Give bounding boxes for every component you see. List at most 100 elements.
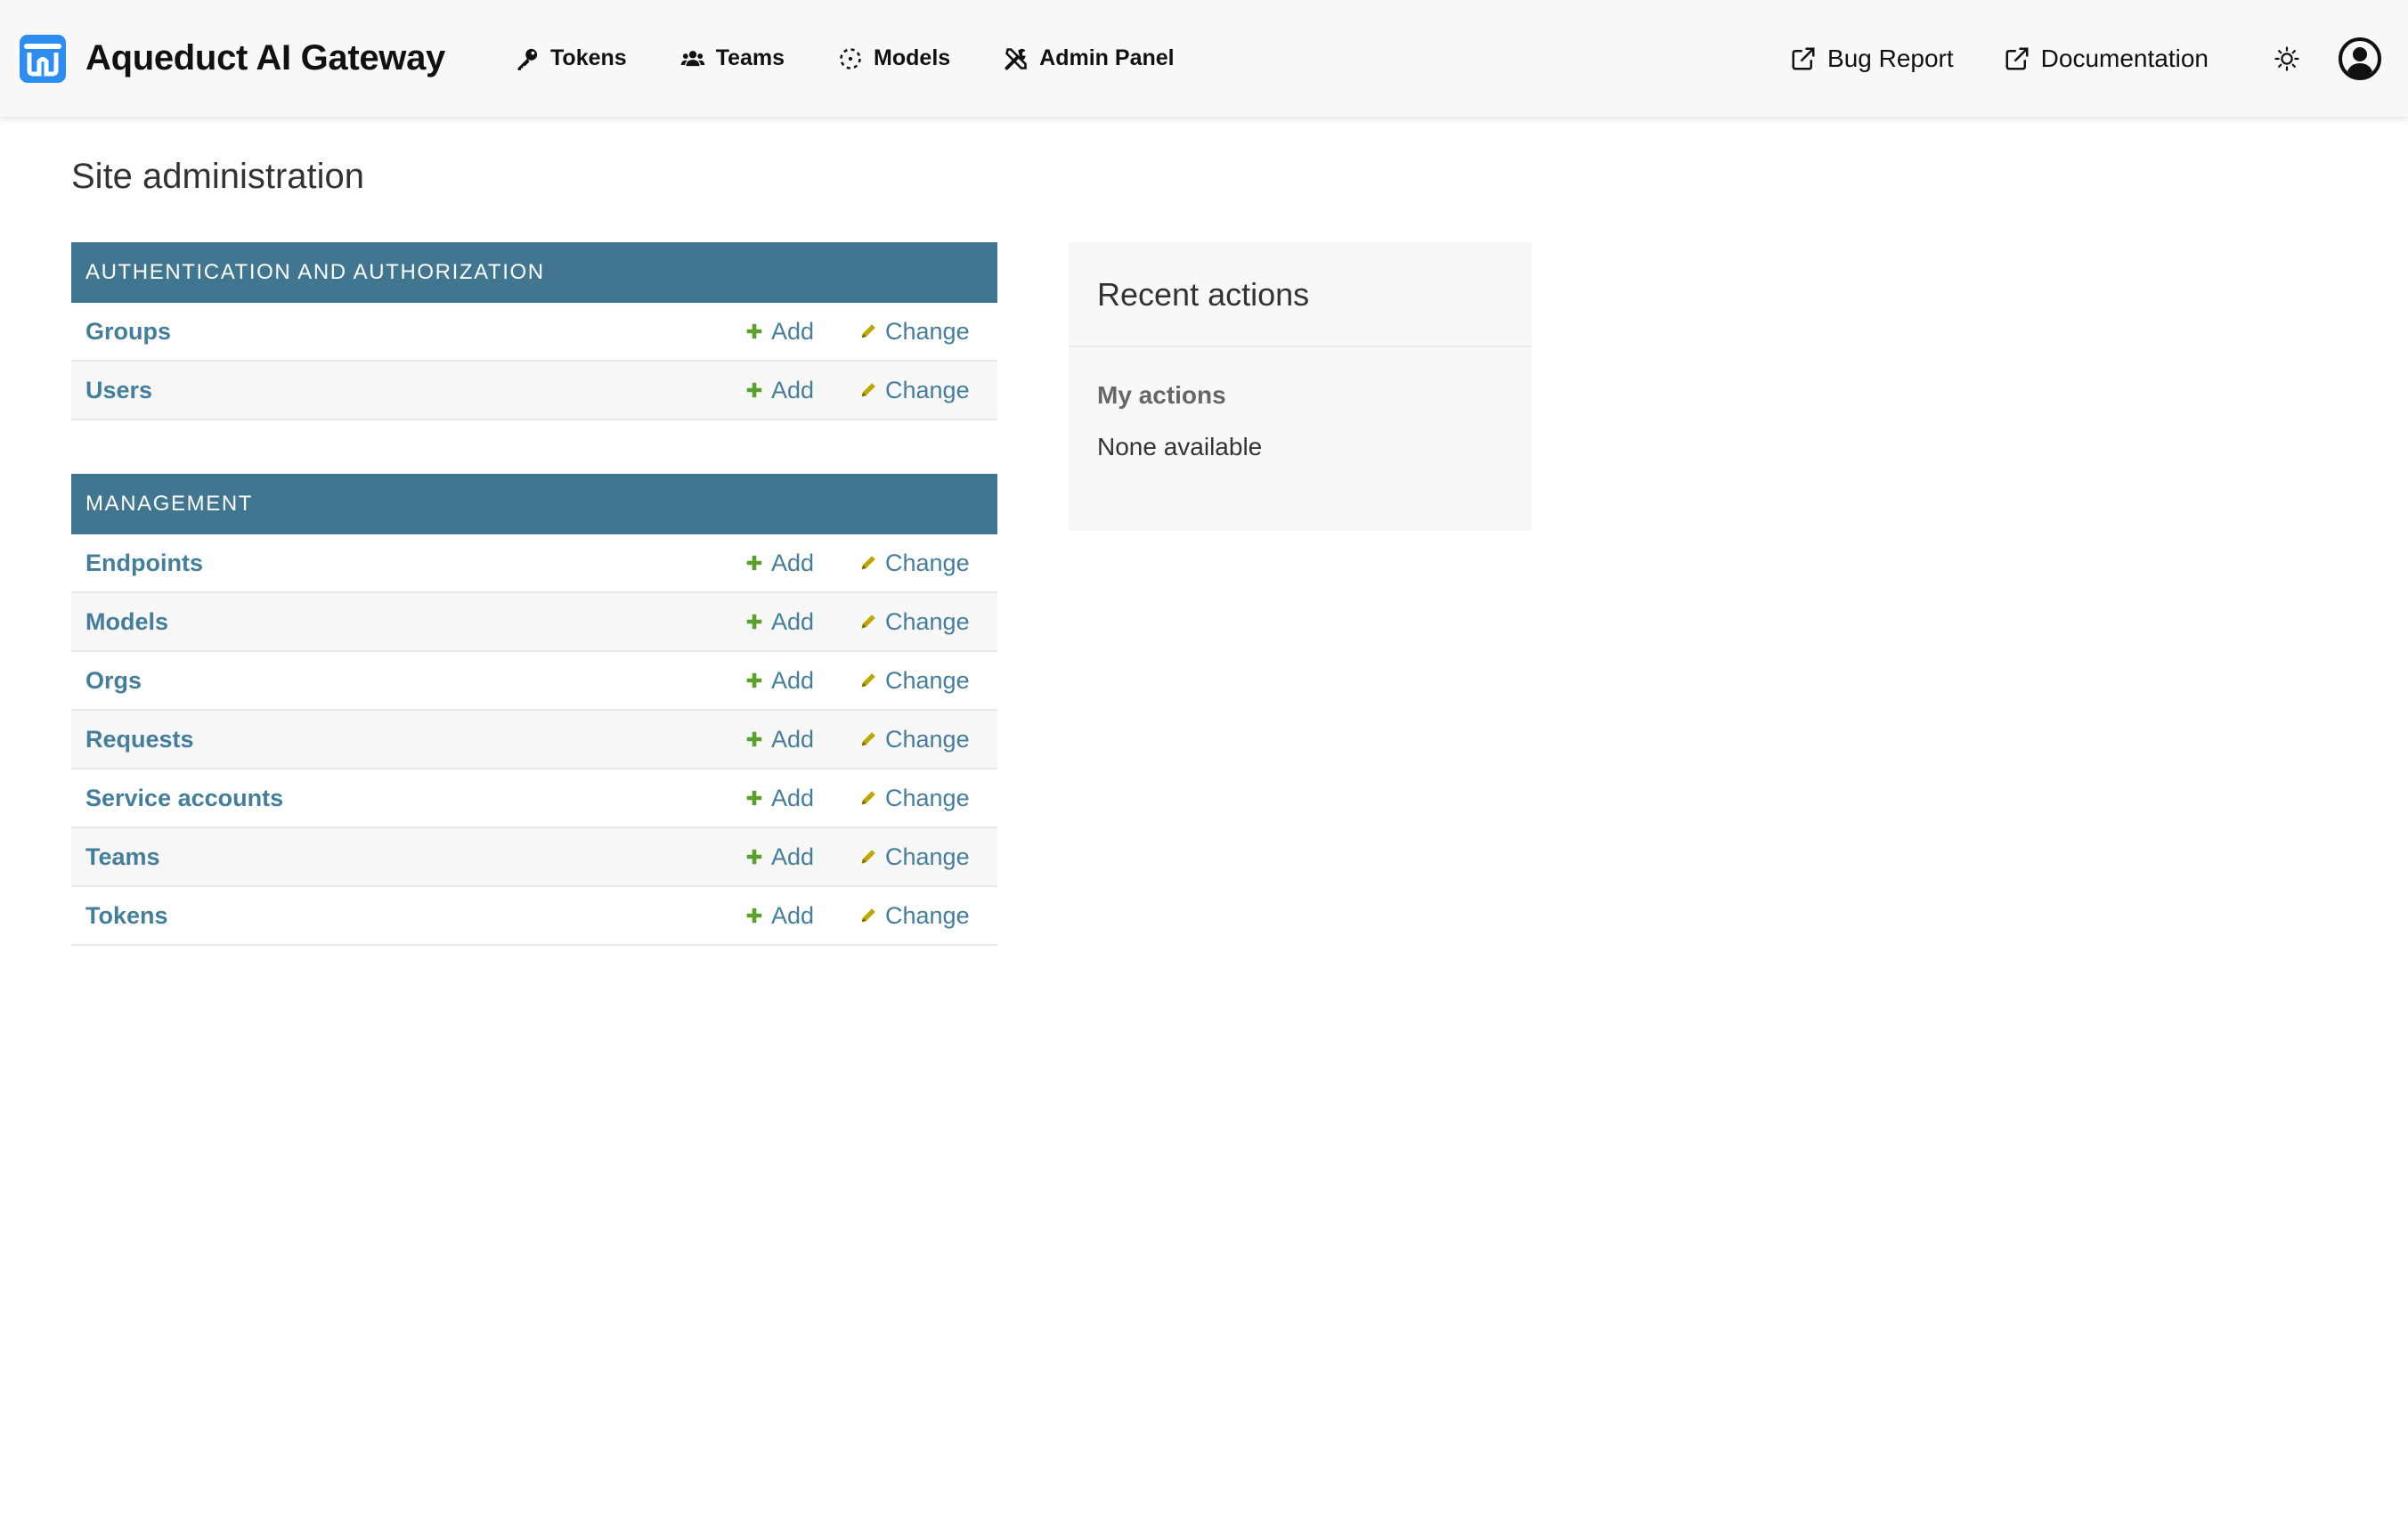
module-caption-authentication[interactable]: AUTHENTICATION AND AUTHORIZATION [71,242,997,303]
theme-toggle-button[interactable] [2260,32,2314,86]
change-link[interactable]: Change [858,550,997,577]
model-row: Users Add Change [71,362,997,420]
model-row: Tokens Add Change [71,887,997,946]
add-label: Add [771,725,815,753]
add-link[interactable]: Add [744,550,858,577]
change-label: Change [885,725,970,753]
model-link[interactable]: Requests [85,726,744,753]
module-caption-management[interactable]: MANAGEMENT [71,474,997,534]
model-row: Models Add Change [71,593,997,652]
add-link[interactable]: Add [744,843,858,871]
add-label: Add [771,607,815,635]
nav-right: Bug Report Documentation [1765,0,2388,117]
key-icon [517,48,538,70]
nav-models-label: Models [874,45,951,70]
add-label: Add [771,376,815,403]
no-actions-text: None available [1097,433,1263,460]
change-link[interactable]: Change [858,608,997,636]
pencil-icon [861,850,875,864]
add-link[interactable]: Add [744,667,858,695]
add-label: Add [771,317,815,345]
model-row: Teams Add Change [71,828,997,887]
plus-icon [746,382,762,398]
nav-teams-label: Teams [715,45,785,70]
model-link[interactable]: Endpoints [85,550,744,577]
model-link[interactable]: Models [85,608,744,636]
module-rows: Groups Add Change Users Add Change [71,303,997,420]
add-link[interactable]: Add [744,318,858,346]
plus-icon [746,672,762,688]
external-link-icon [1792,47,1815,69]
recent-actions-title: Recent actions [1069,242,1532,347]
dashed-circle-icon [840,47,861,69]
aqueduct-logo-icon [20,34,66,83]
change-label: Change [885,784,970,811]
model-row: Requests Add Change [71,711,997,770]
change-label: Change [885,901,970,929]
nav-admin-panel[interactable]: Admin Panel [977,0,1200,117]
plus-icon [746,555,762,571]
nav-models[interactable]: Models [811,0,977,117]
my-actions-heading: My actions [1097,381,1226,409]
module-authentication: AUTHENTICATION AND AUTHORIZATION Groups A… [71,242,997,420]
nav-tokens[interactable]: Tokens [488,0,654,117]
change-label: Change [885,317,970,345]
pencil-icon [861,556,875,570]
user-avatar-icon[interactable] [2339,37,2381,80]
model-link[interactable]: Groups [85,318,744,346]
module-management: MANAGEMENT Endpoints Add Change Models Add Ch… [71,474,997,946]
top-navbar: Aqueduct AI Gateway Tokens Teams Models … [0,0,2408,117]
bug-report-link[interactable]: Bug Report [1765,0,1979,117]
add-link[interactable]: Add [744,726,858,753]
change-link[interactable]: Change [858,843,997,871]
external-link-icon [2005,47,2029,69]
change-link[interactable]: Change [858,902,997,930]
sun-icon [2274,45,2299,71]
add-label: Add [771,549,815,576]
model-link[interactable]: Service accounts [85,785,744,812]
main-nav: Tokens Teams Models Admin Panel [488,0,1201,117]
pencil-icon [861,324,875,338]
plus-icon [746,614,762,630]
plus-icon [746,908,762,924]
model-link[interactable]: Users [85,377,744,404]
tools-icon [1005,47,1027,69]
add-link[interactable]: Add [744,902,858,930]
plus-icon [746,849,762,865]
model-row: Endpoints Add Change [71,534,997,593]
page-title: Site administration [71,157,365,196]
nav-teams[interactable]: Teams [654,0,811,117]
change-link[interactable]: Change [858,726,997,753]
change-link[interactable]: Change [858,377,997,404]
brand-link[interactable]: Aqueduct AI Gateway [20,34,445,83]
add-label: Add [771,784,815,811]
pencil-icon [861,615,875,629]
model-link[interactable]: Teams [85,843,744,871]
model-link[interactable]: Tokens [85,902,744,930]
change-label: Change [885,549,970,576]
plus-icon [746,323,762,339]
change-link[interactable]: Change [858,785,997,812]
pencil-icon [861,791,875,805]
change-label: Change [885,666,970,694]
users-icon [680,50,705,66]
add-link[interactable]: Add [744,785,858,812]
change-label: Change [885,607,970,635]
change-link[interactable]: Change [858,318,997,346]
pencil-icon [861,383,875,397]
model-row: Groups Add Change [71,303,997,362]
add-label: Add [771,901,815,929]
add-link[interactable]: Add [744,377,858,404]
bug-report-label: Bug Report [1827,44,1954,72]
change-link[interactable]: Change [858,667,997,695]
pencil-icon [861,732,875,746]
nav-tokens-label: Tokens [550,45,627,70]
documentation-link[interactable]: Documentation [1979,0,2233,117]
model-row: Orgs Add Change [71,652,997,711]
model-row: Service accounts Add Change [71,770,997,828]
change-label: Change [885,376,970,403]
model-link[interactable]: Orgs [85,667,744,695]
add-link[interactable]: Add [744,608,858,636]
pencil-icon [861,673,875,688]
pencil-icon [861,908,875,923]
